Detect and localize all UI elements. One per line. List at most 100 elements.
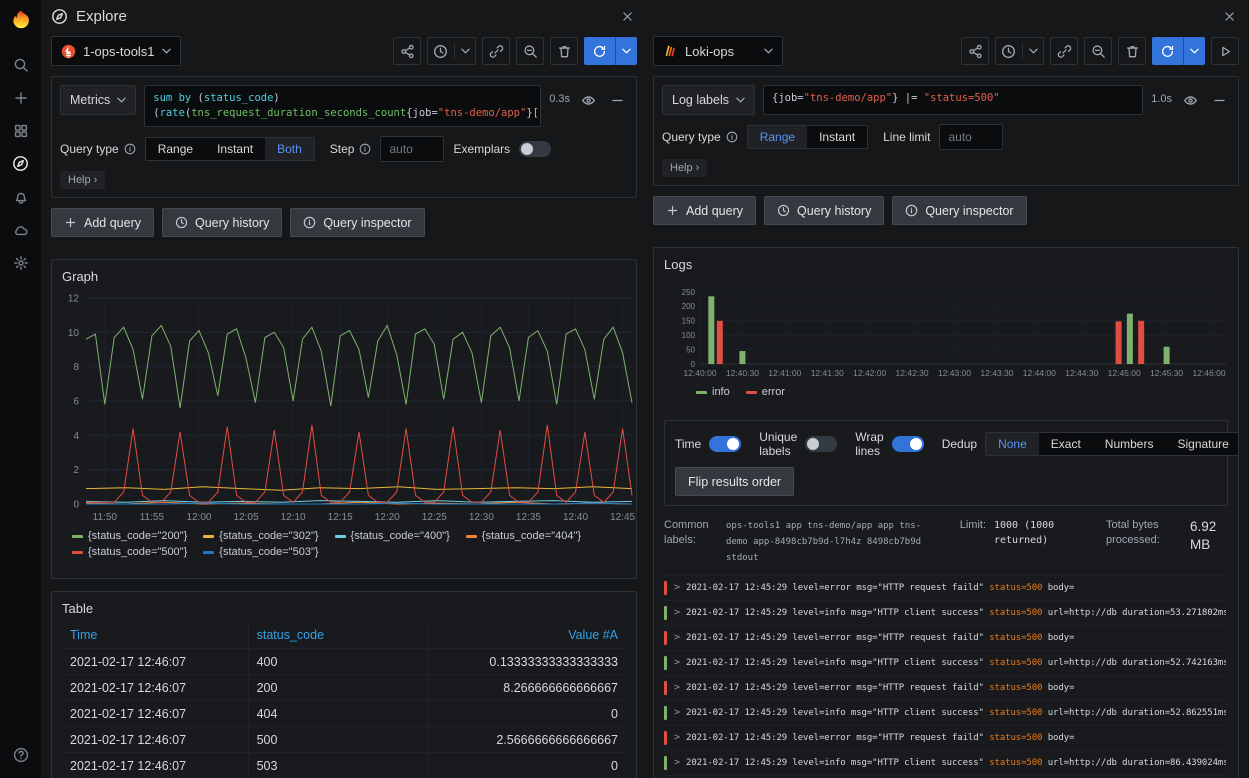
copy-link-button[interactable] [1050, 37, 1078, 65]
expand-log-icon[interactable]: > [674, 730, 680, 746]
graph-legend-item[interactable]: {status_code="503"} [203, 546, 318, 558]
exemplars-toggle[interactable] [519, 141, 551, 157]
metrics-graph[interactable]: 02468101211:5011:5512:0012:0512:1012:151… [52, 290, 636, 526]
clear-all-button[interactable] [550, 37, 578, 65]
query-inspector-button[interactable]: Query inspector [892, 196, 1026, 225]
help-link[interactable]: Help › [662, 159, 707, 177]
dedup-option-exact[interactable]: Exact [1039, 433, 1093, 455]
zoom-out-button[interactable] [516, 37, 544, 65]
table-column-header[interactable]: Time [62, 622, 248, 649]
info-icon[interactable] [124, 143, 136, 155]
expand-log-icon[interactable]: > [674, 580, 680, 596]
sidebar-item-create[interactable] [0, 81, 41, 114]
zoom-out-icon [523, 44, 538, 59]
share-button[interactable] [961, 37, 989, 65]
query-type-option-instant[interactable]: Instant [807, 126, 867, 148]
share-button[interactable] [393, 37, 421, 65]
wrap-lines-toggle[interactable] [892, 436, 924, 452]
expand-log-icon[interactable]: > [674, 705, 680, 721]
table-column-header[interactable]: Value #A [429, 622, 626, 649]
flip-results-order-button[interactable]: Flip results order [675, 467, 794, 496]
common-labels-value: ops-tools1 app tns-demo/app app tns-demo… [726, 518, 934, 567]
log-row-error[interactable]: >2021-02-17 12:45:29 level=error msg="HT… [664, 726, 1228, 751]
graph-legend-item[interactable]: {status_code="400"} [335, 530, 450, 542]
expand-log-icon[interactable]: > [674, 655, 680, 671]
query-type-option-range[interactable]: Range [748, 126, 807, 148]
logs-legend-item[interactable]: info [696, 386, 730, 398]
svg-text:50: 50 [686, 345, 695, 354]
run-query-dropdown[interactable] [1183, 37, 1205, 65]
step-input[interactable] [380, 136, 444, 162]
sidebar-item-explore[interactable] [0, 147, 41, 180]
query-history-button[interactable]: Query history [162, 208, 282, 237]
help-button[interactable] [13, 747, 29, 766]
hide-query-button[interactable] [578, 85, 599, 115]
time-range-picker[interactable] [427, 37, 476, 65]
log-row-error[interactable]: >2021-02-17 12:45:29 level=error msg="HT… [664, 626, 1228, 651]
copy-link-button[interactable] [482, 37, 510, 65]
line-limit-label: Line limit [883, 130, 930, 144]
log-row-info[interactable]: >2021-02-17 12:45:29 level=info msg="HTT… [664, 651, 1228, 676]
expand-log-icon[interactable]: > [674, 755, 680, 771]
close-right-pane-button[interactable] [1219, 6, 1239, 26]
graph-legend-item[interactable]: {status_code="404"} [466, 530, 581, 542]
expand-log-icon[interactable]: > [674, 680, 680, 696]
graph-legend-item[interactable]: {status_code="500"} [72, 546, 187, 558]
table-column-header[interactable]: status_code [248, 622, 428, 649]
unique-labels-toggle[interactable] [805, 436, 837, 452]
query-type-option-both[interactable]: Both [265, 138, 314, 160]
log-row-error[interactable]: >2021-02-17 12:45:29 level=error msg="HT… [664, 676, 1228, 701]
query-mode-dropdown-left[interactable]: Metrics [60, 85, 136, 115]
info-icon[interactable] [726, 131, 738, 143]
svg-text:12:43:30: 12:43:30 [980, 368, 1013, 378]
query-type-option-range[interactable]: Range [146, 138, 205, 160]
query-type-option-instant[interactable]: Instant [205, 138, 265, 160]
datasource-picker-left[interactable]: 1-ops-tools1 [51, 36, 181, 66]
grafana-logo[interactable] [8, 8, 34, 34]
sidebar-item-configuration[interactable] [0, 246, 41, 279]
sidebar-item-search[interactable] [0, 48, 41, 81]
logs-volume-chart[interactable]: 05010015020025012:40:0012:40:3012:41:001… [664, 288, 1228, 380]
time-toggle[interactable] [709, 436, 741, 452]
help-link[interactable]: Help › [60, 171, 105, 189]
query-history-button[interactable]: Query history [764, 196, 884, 225]
hide-query-button[interactable] [1180, 85, 1201, 115]
query-expression-input-left[interactable]: sum by (status_code)(rate(tns_request_du… [144, 85, 541, 127]
dedup-option-numbers[interactable]: Numbers [1093, 433, 1166, 455]
query-mode-dropdown-right[interactable]: Log labels [662, 85, 755, 115]
dedup-option-signature[interactable]: Signature [1165, 433, 1239, 455]
svg-text:12:10: 12:10 [281, 512, 306, 523]
info-icon[interactable] [359, 143, 371, 155]
log-row-info[interactable]: >2021-02-17 12:45:29 level=info msg="HTT… [664, 601, 1228, 626]
log-row-info[interactable]: >2021-02-17 12:45:29 level=info msg="HTT… [664, 751, 1228, 776]
time-range-picker[interactable] [995, 37, 1044, 65]
sidebar-item-cloud[interactable] [0, 213, 41, 246]
log-row-error[interactable]: >2021-02-17 12:45:29 level=error msg="HT… [664, 576, 1228, 601]
remove-query-button[interactable] [607, 85, 628, 115]
query-expression-input-right[interactable]: {job="tns-demo/app"} |= "status=500" [763, 85, 1143, 115]
graph-legend-item[interactable]: {status_code="302"} [203, 530, 318, 542]
zoom-out-button[interactable] [1084, 37, 1112, 65]
clear-all-button[interactable] [1118, 37, 1146, 65]
add-query-button[interactable]: Add query [51, 208, 154, 237]
dedup-option-none[interactable]: None [986, 433, 1039, 455]
datasource-picker-right[interactable]: Loki-ops [653, 36, 783, 66]
sidebar-item-alerting[interactable] [0, 180, 41, 213]
sidebar-item-dashboards[interactable] [0, 114, 41, 147]
query-inspector-button[interactable]: Query inspector [290, 208, 424, 237]
close-left-pane-button[interactable] [617, 6, 637, 26]
run-query-button[interactable] [584, 37, 637, 65]
live-tail-button[interactable] [1211, 37, 1239, 65]
run-query-button[interactable] [1152, 37, 1205, 65]
expand-log-icon[interactable]: > [674, 605, 680, 621]
log-row-info[interactable]: >2021-02-17 12:45:29 level=info msg="HTT… [664, 701, 1228, 726]
query-token: "tns-demo/app" [804, 92, 893, 104]
graph-legend-item[interactable]: {status_code="200"} [72, 530, 187, 542]
run-query-dropdown[interactable] [615, 37, 637, 65]
remove-query-button[interactable] [1209, 85, 1230, 115]
line-limit-input[interactable] [939, 124, 1003, 150]
logs-legend-item[interactable]: error [746, 386, 785, 398]
expand-log-icon[interactable]: > [674, 630, 680, 646]
svg-text:200: 200 [682, 302, 696, 311]
add-query-button[interactable]: Add query [653, 196, 756, 225]
